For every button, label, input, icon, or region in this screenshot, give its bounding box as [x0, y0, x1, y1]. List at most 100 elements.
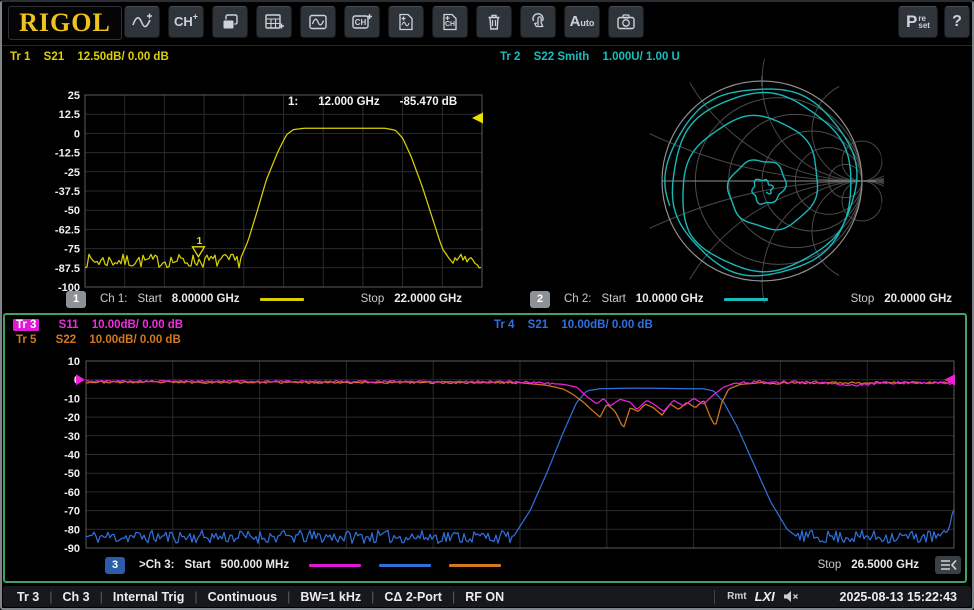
- svg-text:-12.5: -12.5: [55, 148, 80, 160]
- svg-text:1: 1: [197, 236, 203, 247]
- ch1-start-value[interactable]: 8.00000 GHz: [172, 293, 240, 305]
- svg-text:-25: -25: [64, 167, 80, 179]
- svg-text:25: 25: [68, 90, 80, 102]
- table-icon: [264, 12, 284, 32]
- add-trace-button[interactable]: [124, 6, 160, 38]
- ch1-label: Ch 1:: [100, 293, 128, 305]
- window-layout-button[interactable]: [212, 6, 248, 38]
- preset-button[interactable]: P reset: [898, 6, 938, 38]
- ch2-badge[interactable]: 2: [530, 291, 550, 308]
- ch3-badge[interactable]: 3: [105, 557, 125, 574]
- tr4-label[interactable]: Tr 4: [494, 319, 514, 331]
- ch1-footer: 1 Ch 1: Start 8.00000 GHz Stop 22.0000 G…: [4, 288, 484, 310]
- tr4-scale: 10.00dB/ 0.00 dB: [561, 319, 652, 331]
- ch2-label: Ch 2:: [564, 293, 592, 305]
- add-channel-button[interactable]: CH+: [168, 6, 204, 38]
- svg-text:10: 10: [68, 356, 80, 368]
- lxi-indicator: LXI: [755, 589, 775, 604]
- tr5-header[interactable]: Tr 5 S22 10.00dB/ 0.00 dB: [13, 334, 191, 346]
- ch3-stop-value[interactable]: 26.5000 GHz: [851, 559, 919, 571]
- tr3-label-active[interactable]: Tr 3: [13, 319, 39, 331]
- delete-button[interactable]: [476, 6, 512, 38]
- touch-button[interactable]: [520, 6, 556, 38]
- ch1-stop-value[interactable]: 22.0000 GHz: [394, 293, 462, 305]
- ch2-footer: 2 Ch 2: Start 10.0000 GHz Stop 20.0000 G…: [490, 288, 968, 310]
- tr5-meas: S22: [56, 334, 76, 346]
- tr1-plot[interactable]: 2512.50-12.5-25-37.5-50-62.5-75-87.5-100…: [4, 88, 486, 292]
- rigol-logo: RIGOL: [8, 6, 122, 40]
- tr2-trace-swatch: [724, 298, 768, 301]
- svg-text:-80: -80: [64, 524, 80, 536]
- tr2-smith-chart[interactable]: [487, 58, 971, 290]
- remote-indicator: Rmt: [727, 591, 746, 602]
- status-cal[interactable]: CΔ 2-Port: [384, 590, 442, 604]
- status-bandwidth[interactable]: BW=1 kHz: [300, 590, 361, 604]
- collapse-menu-button[interactable]: [935, 556, 961, 574]
- auto-scale-button[interactable]: Auto: [564, 6, 600, 38]
- marker-id: 1:: [288, 96, 298, 108]
- status-channel[interactable]: Ch 3: [63, 590, 90, 604]
- toolbar: RIGOL CH+: [0, 0, 974, 46]
- ch1-badge[interactable]: 1: [66, 291, 86, 308]
- svg-text:-70: -70: [64, 506, 80, 518]
- speaker-muted-icon[interactable]: [783, 590, 799, 603]
- svg-text:-62.5: -62.5: [55, 224, 80, 236]
- svg-text:-75: -75: [64, 244, 80, 256]
- svg-text:-87.5: -87.5: [55, 263, 80, 275]
- tr1-meas: S21: [44, 51, 64, 63]
- status-sweep[interactable]: Continuous: [208, 590, 277, 604]
- toolbar-buttons: CH+ CH: [124, 6, 644, 38]
- auto-icon: Auto: [570, 13, 595, 31]
- vna-screen: RIGOL CH+: [0, 0, 974, 610]
- tr1-header[interactable]: Tr 1 S21 12.50dB/ 0.00 dB: [10, 51, 179, 63]
- layers-icon: [220, 12, 240, 32]
- ch3-plot[interactable]: 100-10-20-30-40-50-60-70-80-90: [7, 353, 965, 553]
- tr3-scale: 10.00dB/ 0.00 dB: [92, 319, 183, 331]
- svg-text:12.5: 12.5: [59, 109, 80, 121]
- help-button[interactable]: ?: [944, 6, 970, 38]
- tr4-meas: S21: [528, 319, 548, 331]
- channel-window-button[interactable]: CH: [344, 6, 380, 38]
- svg-text:-60: -60: [64, 487, 80, 499]
- svg-text:-30: -30: [64, 431, 80, 443]
- tr1-trace-swatch: [260, 298, 304, 301]
- sine-plus-icon: [131, 12, 153, 32]
- tr5-label[interactable]: Tr 5: [13, 334, 39, 346]
- svg-text:CH: CH: [445, 21, 455, 28]
- save-channel-button[interactable]: CH: [432, 6, 468, 38]
- question-icon: ?: [952, 13, 962, 31]
- svg-text:-10: -10: [64, 393, 80, 405]
- window-sine-icon: [308, 12, 328, 32]
- menu-collapse-icon: [939, 559, 957, 571]
- trace-window-button[interactable]: [300, 6, 336, 38]
- measurement-setup-button[interactable]: [256, 6, 292, 38]
- svg-text:-37.5: -37.5: [55, 186, 80, 198]
- status-trigger[interactable]: Internal Trig: [113, 590, 185, 604]
- ch3-label: >Ch 3:: [139, 559, 174, 571]
- ch2-start-value[interactable]: 10.0000 GHz: [636, 293, 704, 305]
- ch1-start-label: Start: [138, 293, 162, 305]
- ch3-start-value[interactable]: 500.000 MHz: [221, 559, 289, 571]
- save-trace-button[interactable]: [388, 6, 424, 38]
- svg-text:-50: -50: [64, 205, 80, 217]
- channel3-panel[interactable]: Tr 3 S11 10.00dB/ 0.00 dB Tr 4 S21 10.00…: [3, 313, 967, 583]
- svg-text:0: 0: [74, 128, 80, 140]
- svg-text:-50: -50: [64, 468, 80, 480]
- tr4-header[interactable]: Tr 4 S21 10.00dB/ 0.00 dB: [494, 319, 663, 331]
- ch2-stop-label: Stop: [851, 293, 875, 305]
- ch3-stop-label: Stop: [818, 559, 842, 571]
- tr3-meas: S11: [59, 319, 79, 331]
- ch2-stop-value[interactable]: 20.0000 GHz: [884, 293, 952, 305]
- tr5-trace-swatch: [449, 564, 501, 567]
- status-trace[interactable]: Tr 3: [17, 590, 39, 604]
- marker-value: -85.470 dB: [400, 96, 458, 108]
- touch-icon: [528, 12, 548, 32]
- tr1-label[interactable]: Tr 1: [10, 51, 30, 63]
- status-rf[interactable]: RF ON: [465, 590, 504, 604]
- tr3-header[interactable]: Tr 3 S11 10.00dB/ 0.00 dB: [13, 319, 193, 331]
- ch2-start-label: Start: [602, 293, 626, 305]
- marker-readout: 1: 12.000 GHz -85.470 dB: [288, 96, 457, 108]
- camera-icon: [616, 12, 636, 32]
- clock: 2025-08-13 15:22:43: [840, 590, 957, 604]
- screenshot-button[interactable]: [608, 6, 644, 38]
